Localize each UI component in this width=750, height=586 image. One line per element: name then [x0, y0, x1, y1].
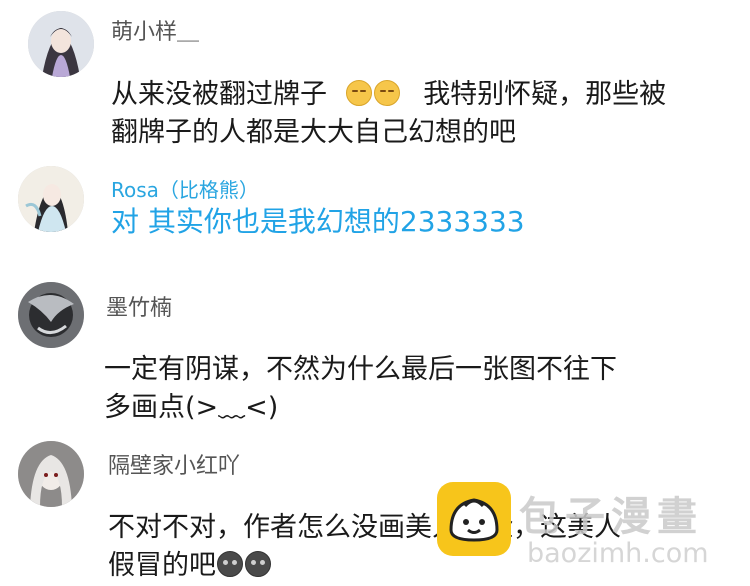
baozi-logo-icon	[437, 482, 511, 556]
comment-text-continued: 翻牌子的人都是大大自己幻想的吧	[111, 117, 516, 148]
comment-text: 假冒的吧	[108, 547, 272, 585]
watermark-url: baozimh.com	[527, 538, 709, 569]
username[interactable]: Rosa（比格熊）	[111, 174, 259, 203]
username[interactable]: 墨竹楠	[106, 290, 172, 322]
avatar[interactable]	[18, 441, 84, 507]
comment-line: 从来没被翻过牌子	[111, 79, 327, 110]
username[interactable]: 隔壁家小红吖	[108, 448, 240, 480]
reply-text: 对 其实你也是我幻想的2333333	[111, 205, 525, 238]
avatar[interactable]	[28, 11, 94, 77]
avatar[interactable]	[18, 166, 84, 232]
pensive-face-emoji	[373, 80, 400, 106]
comment-2: Rosa（比格熊） 对 其实你也是我幻想的2333333	[0, 160, 750, 260]
username[interactable]: 萌小样＿	[111, 14, 199, 46]
comment-3: 墨竹楠 一定有阴谋，不然为什么最后一张图不往下 多画点(>﹏<)	[0, 275, 750, 425]
comment-line: 假冒的吧	[108, 550, 216, 581]
comment-line: 多画点(>﹏<)	[104, 392, 279, 423]
comment-line: 我特别怀疑，那些被	[423, 79, 667, 110]
dark-face-emoji	[245, 551, 271, 577]
comment-text: 从来没被翻过牌子 我特别怀疑，那些被	[111, 76, 666, 114]
comment-1: 萌小样＿ 从来没被翻过牌子 我特别怀疑，那些被 翻牌子的人都是大大自己幻想的吧	[0, 0, 750, 160]
dark-face-emoji	[217, 551, 243, 577]
watermark-title: 包子漫畫	[519, 494, 703, 540]
comment-line: 一定有阴谋，不然为什么最后一张图不往下	[104, 354, 617, 385]
pensive-face-emoji	[345, 80, 372, 106]
avatar[interactable]	[18, 282, 84, 348]
watermark: 包子漫畫 baozimh.com	[437, 478, 749, 584]
